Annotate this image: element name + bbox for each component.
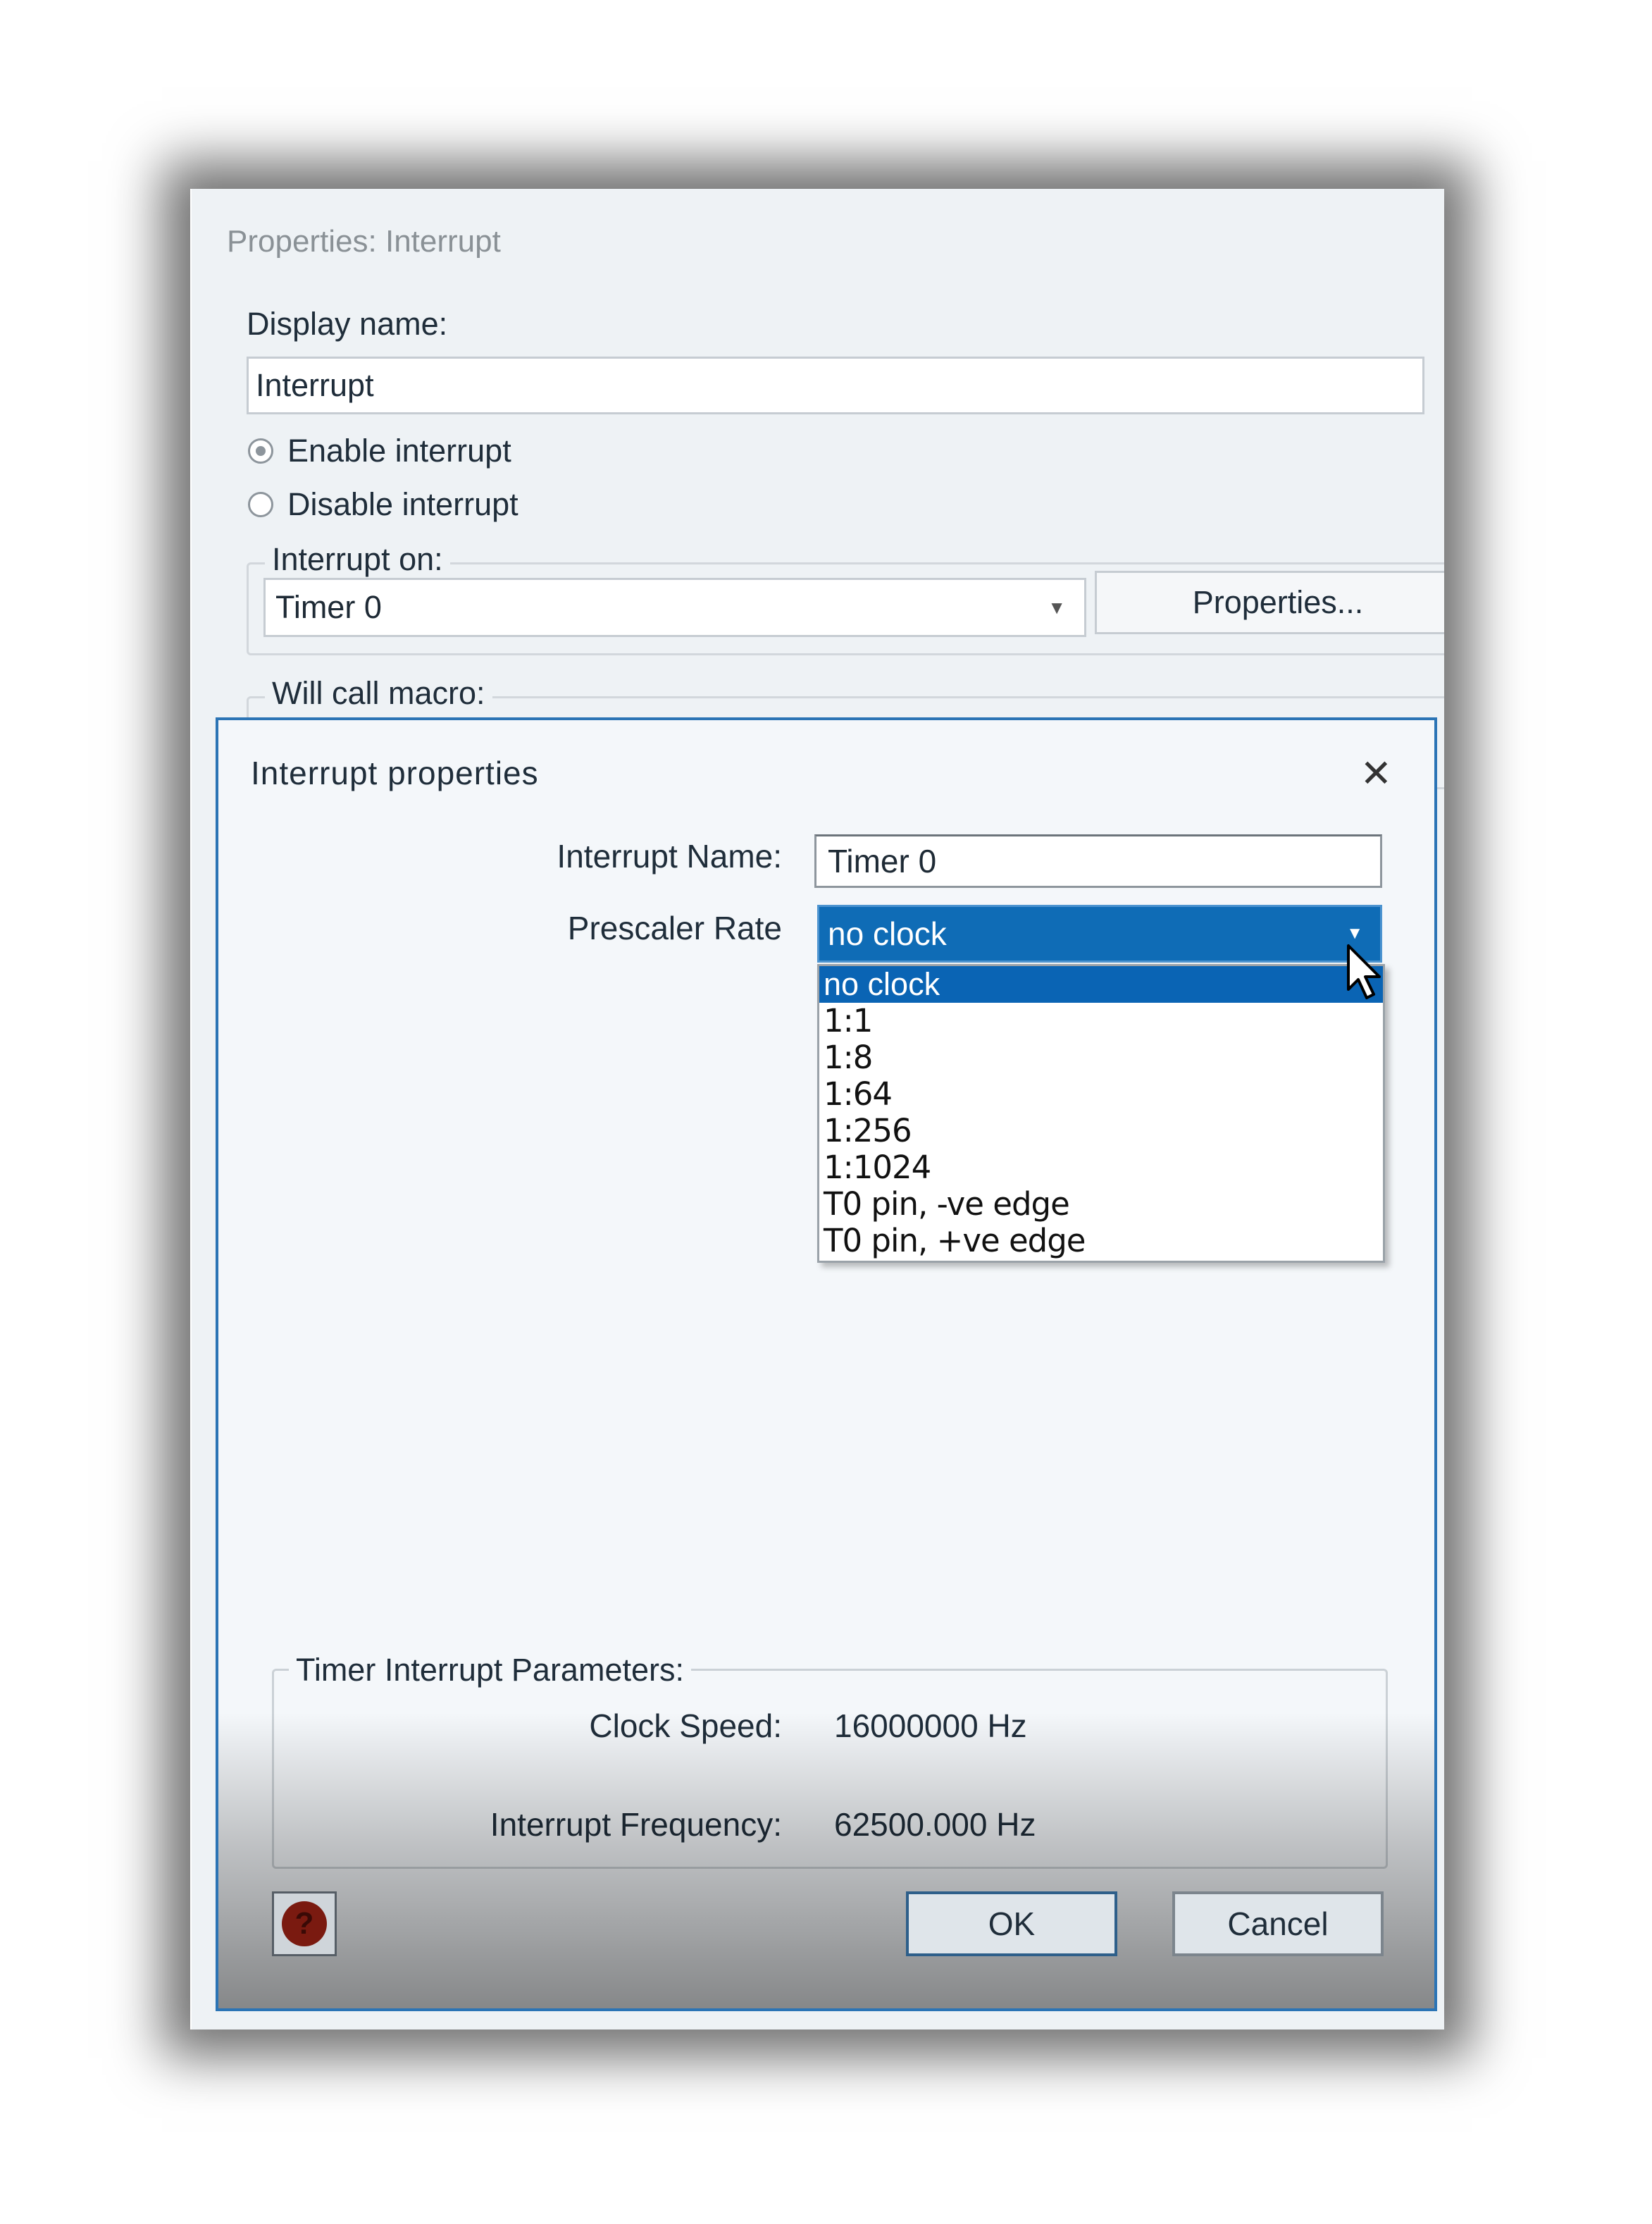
clock-speed-label: Clock Speed: [589, 1707, 782, 1744]
prescaler-option[interactable]: 1:64 [819, 1076, 1383, 1113]
properties-window-title: Properties: Interrupt [227, 224, 501, 259]
prescaler-rate-label: Prescaler Rate [567, 910, 782, 946]
will-call-macro-legend: Will call macro: [265, 675, 492, 712]
enable-interrupt-label[interactable]: Enable interrupt [287, 433, 511, 469]
prescaler-option[interactable]: 1:1024 [819, 1149, 1383, 1186]
help-button[interactable]: ? [272, 1891, 337, 1956]
mouse-pointer-icon [1347, 944, 1381, 999]
ok-button[interactable]: OK [906, 1891, 1117, 1956]
prescaler-option[interactable]: 1:256 [819, 1113, 1383, 1149]
timer-params-legend: Timer Interrupt Parameters: [289, 1652, 691, 1688]
prescaler-option[interactable]: no clock [819, 966, 1383, 1003]
interrupt-frequency-value: 62500.000 Hz [834, 1806, 1036, 1843]
interrupt-name-input[interactable]: Timer 0 [814, 834, 1382, 888]
enable-interrupt-radio[interactable] [248, 438, 273, 464]
interrupt-on-value: Timer 0 [275, 589, 382, 625]
interrupt-name-label: Interrupt Name: [557, 838, 782, 875]
dialog-title: Interrupt properties [251, 755, 539, 791]
display-name-value: Interrupt [256, 367, 374, 403]
disable-interrupt-radio[interactable] [248, 492, 273, 517]
display-name-input[interactable]: Interrupt [247, 357, 1424, 414]
display-name-label: Display name: [247, 306, 448, 342]
clock-speed-value: 16000000 Hz [834, 1707, 1027, 1744]
disable-interrupt-label[interactable]: Disable interrupt [287, 486, 518, 523]
cancel-button[interactable]: Cancel [1172, 1891, 1384, 1956]
close-icon[interactable]: ✕ [1360, 751, 1392, 796]
prescaler-option[interactable]: T0 pin, -ve edge [819, 1186, 1383, 1223]
chevron-down-icon: ▼ [1048, 596, 1066, 618]
interrupt-frequency-label: Interrupt Frequency: [490, 1806, 782, 1843]
prescaler-option[interactable]: 1:8 [819, 1039, 1383, 1076]
interrupt-on-select[interactable]: Timer 0 ▼ [263, 578, 1086, 637]
interrupt-properties-dialog: Interrupt properties ✕ Interrupt Name: T… [216, 717, 1437, 2011]
prescaler-rate-select[interactable]: no clock ▼ [817, 905, 1382, 963]
prescaler-dropdown-list: no clock 1:1 1:8 1:64 1:256 1:1024 T0 pi… [817, 964, 1385, 1263]
prescaler-option[interactable]: T0 pin, +ve edge [819, 1223, 1383, 1259]
properties-button[interactable]: Properties... [1095, 571, 1444, 634]
prescaler-rate-value: no clock [828, 915, 947, 952]
help-icon: ? [282, 1901, 327, 1946]
prescaler-option[interactable]: 1:1 [819, 1003, 1383, 1039]
interrupt-name-value: Timer 0 [828, 843, 937, 879]
interrupt-on-legend: Interrupt on: [265, 541, 450, 578]
